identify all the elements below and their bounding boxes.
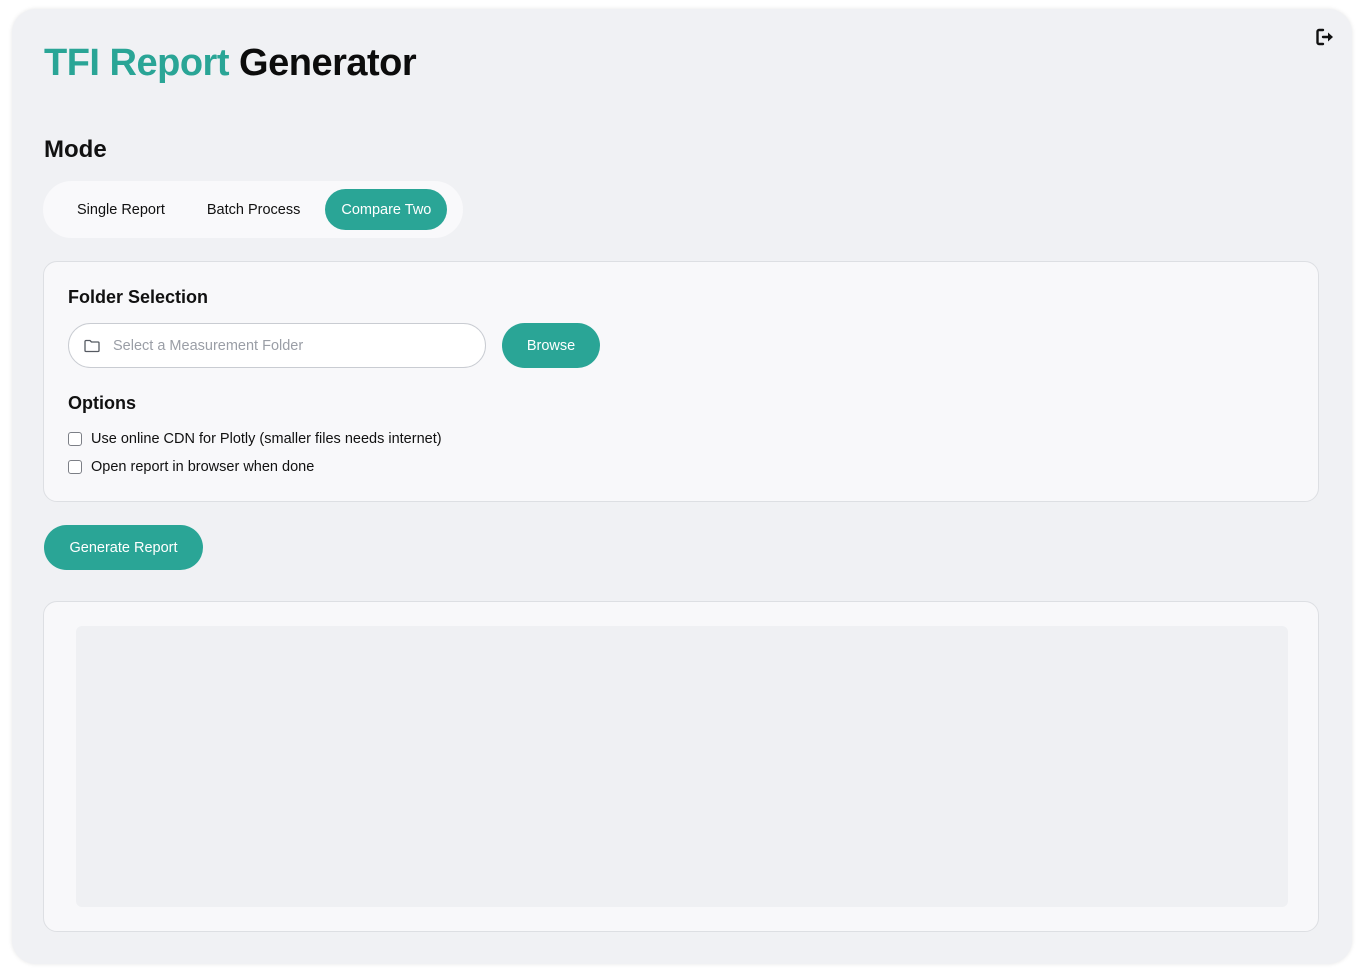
mode-heading: Mode [44,136,107,163]
title-rest: Generator [239,42,417,84]
generate-report-button[interactable]: Generate Report [44,525,203,570]
folder-input-wrapper[interactable] [68,323,486,368]
browse-button[interactable]: Browse [502,323,600,368]
folder-icon [83,337,101,355]
mode-selector: Single Report Batch Process Compare Two [43,181,464,238]
folder-selection-card: Folder Selection Browse Options Use onli… [43,261,1319,502]
output-log-area[interactable] [76,626,1288,907]
online-cdn-checkbox[interactable] [68,432,82,446]
app-window: TFI Report Generator Mode Single Report … [12,9,1352,964]
title-accent: TFI Report [44,42,229,84]
folder-path-input[interactable] [111,336,455,355]
page-title: TFI Report Generator [44,39,417,87]
logout-icon[interactable] [1314,26,1336,48]
option-open-browser-label: Open report in browser when done [91,459,315,475]
output-card [43,601,1319,932]
folder-selection-heading: Folder Selection [68,287,209,307]
options-heading: Options [68,393,136,413]
option-open-browser[interactable]: Open report in browser when done [68,459,314,475]
option-online-cdn[interactable]: Use online CDN for Plotly (smaller files… [68,431,442,447]
mode-option-single-report[interactable]: Single Report [52,189,190,230]
mode-option-batch-process[interactable]: Batch Process [190,189,326,230]
option-online-cdn-label: Use online CDN for Plotly (smaller files… [91,431,442,447]
mode-option-compare-two[interactable]: Compare Two [325,189,448,230]
open-browser-checkbox[interactable] [68,460,82,474]
